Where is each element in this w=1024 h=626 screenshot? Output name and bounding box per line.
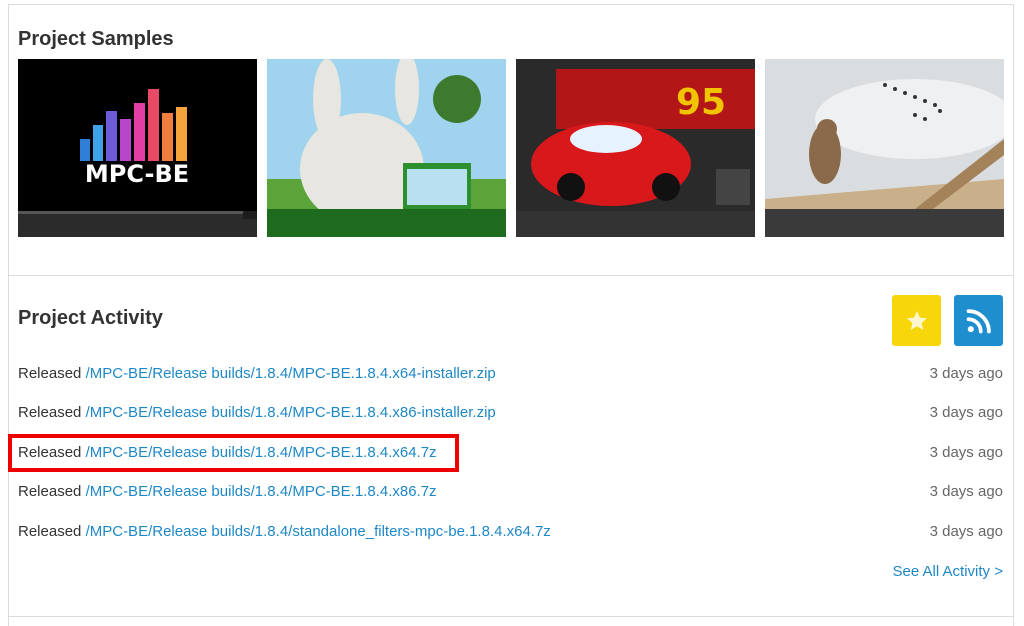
release-link[interactable]: /MPC-BE/Release builds/1.8.4/standalone_… [86,523,551,540]
activity-action: Released [18,365,82,382]
activity-title: Project Activity [18,307,163,329]
activity-time: 3 days ago [929,444,1003,461]
see-all-activity-link[interactable]: See All Activity > [893,562,1003,582]
bunny-image [267,59,506,237]
section-divider [8,275,1014,276]
car-number-text: 95 [676,82,726,123]
activity-time: 3 days ago [929,523,1003,540]
activity-time: 3 days ago [929,483,1003,500]
release-link[interactable]: /MPC-BE/Release builds/1.8.4/MPC-BE.1.8.… [86,483,437,500]
activity-action: Released [18,404,82,421]
activity-action: Released [18,523,82,540]
rss-icon [966,308,991,333]
activity-row: Released /MPC-BE/Release builds/1.8.4/MP… [18,363,1003,385]
rss-feed-button[interactable] [954,295,1003,346]
cars-image: 95 [516,59,755,237]
sample-thumbnail-3[interactable]: 95 [516,59,755,237]
mpc-be-logo-text: MPC-BE [85,160,189,188]
activity-time: 3 days ago [929,365,1003,382]
activity-row: Released /MPC-BE/Release builds/1.8.4/MP… [18,481,1003,503]
activity-action: Released [18,483,82,500]
highlight-box [8,434,459,472]
activity-row: Released /MPC-BE/Release builds/1.8.4/st… [18,521,1003,543]
bottom-divider [8,616,1014,617]
activity-row: Released /MPC-BE/Release builds/1.8.4/MP… [18,402,1003,424]
favorite-button[interactable] [892,295,941,346]
star-icon [906,310,927,330]
sample-thumbnail-4[interactable] [765,59,1004,237]
bird-image [765,59,1004,237]
sample-thumbnail-1[interactable]: MPC-BE [18,59,257,237]
sample-thumbnail-2[interactable] [267,59,506,237]
mpc-be-logo-image: MPC-BE [18,59,257,237]
samples-title: Project Samples [18,28,174,50]
release-link[interactable]: /MPC-BE/Release builds/1.8.4/MPC-BE.1.8.… [86,365,496,382]
release-link[interactable]: /MPC-BE/Release builds/1.8.4/MPC-BE.1.8.… [86,404,496,421]
activity-time: 3 days ago [929,404,1003,421]
